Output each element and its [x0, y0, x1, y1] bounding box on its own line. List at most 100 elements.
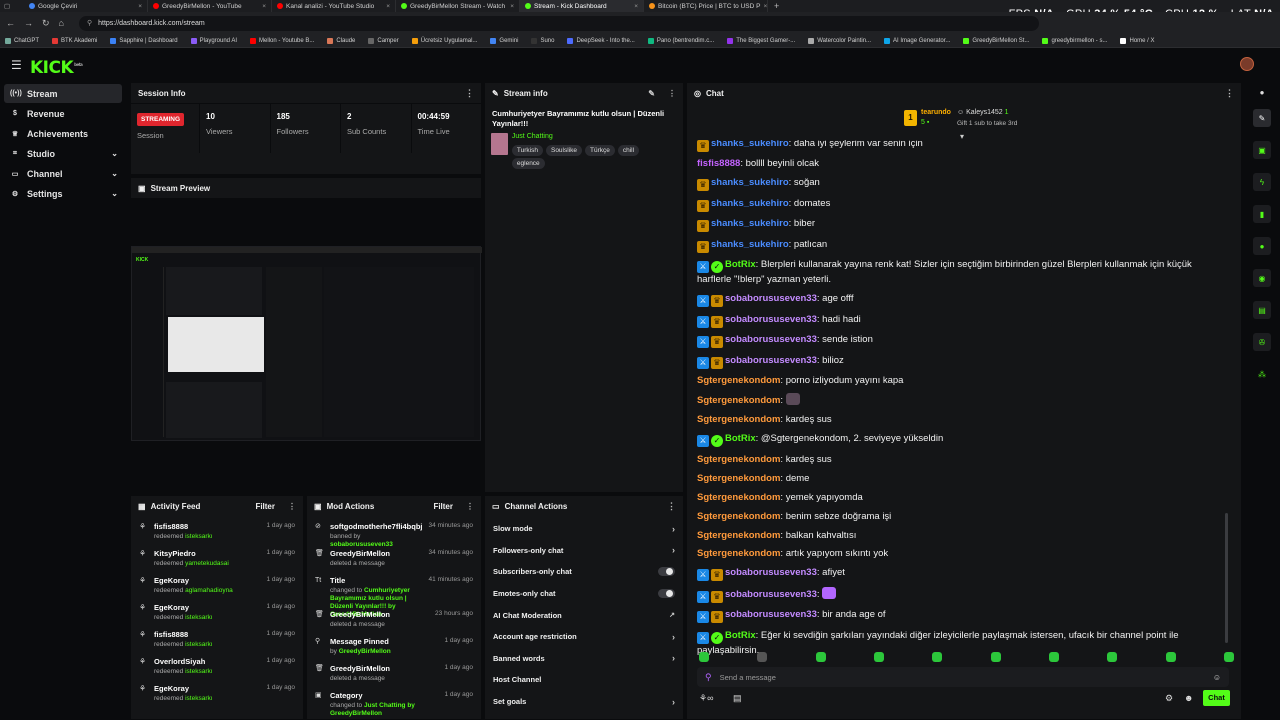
- back-icon[interactable]: ←: [6, 18, 15, 28]
- channel-action-set-goals[interactable]: Set goals ›: [485, 691, 683, 713]
- bookmark[interactable]: Camper: [368, 37, 399, 44]
- camera-icon[interactable]: ▣: [1253, 141, 1271, 159]
- bookmark[interactable]: Gemini: [490, 37, 518, 44]
- send-chat-button[interactable]: Chat: [1203, 690, 1230, 706]
- bookmark[interactable]: Claude: [327, 37, 355, 44]
- activity-user[interactable]: EgeKoray: [154, 576, 233, 585]
- settings-icon[interactable]: ⚙: [1165, 693, 1173, 704]
- bookmark[interactable]: GreedyBirMellon St...: [963, 37, 1029, 44]
- bookmark[interactable]: Sapphire | Dashboard: [110, 37, 178, 44]
- microphone-icon[interactable]: ⚲: [705, 672, 712, 683]
- chat-username[interactable]: Sgtergenekondom: [697, 473, 780, 484]
- chevron-right-icon[interactable]: ›: [672, 653, 675, 663]
- close-tab-icon[interactable]: ×: [510, 3, 514, 10]
- activity-user[interactable]: EgeKoray: [154, 603, 213, 612]
- chevron-right-icon[interactable]: ›: [672, 697, 675, 707]
- bookmark[interactable]: Home / X: [1120, 37, 1155, 44]
- bookmark[interactable]: Playground AI: [190, 37, 237, 44]
- broadcast-icon[interactable]: ◉: [1253, 269, 1271, 287]
- channel-action-subscribers-only-chat[interactable]: Subscribers-only chat: [485, 561, 683, 583]
- chat-input[interactable]: ⚲ Send a message ☺: [697, 667, 1229, 687]
- sidebar-item-studio[interactable]: ⌗ Studio ⌄: [4, 144, 122, 163]
- more-icon[interactable]: ⋮: [1225, 88, 1234, 99]
- kick-logo[interactable]: KICKbeta: [30, 58, 83, 78]
- bookmark[interactable]: AI Image Generator...: [884, 37, 950, 44]
- chat-username[interactable]: fisfis8888: [697, 158, 740, 169]
- browser-tab[interactable]: Stream - Kick Dashboard ×: [520, 0, 644, 12]
- bookmark[interactable]: The Biggest Gamer-...: [727, 37, 795, 44]
- channel-action-banned-words[interactable]: Banned words ›: [485, 648, 683, 670]
- avatar[interactable]: [1240, 57, 1254, 71]
- chat-username[interactable]: sobaborususeven33: [725, 334, 817, 345]
- browser-tab[interactable]: Kanal analizi - YouTube Studio ×: [272, 0, 396, 12]
- sidebar-item-revenue[interactable]: $ Revenue: [4, 104, 122, 123]
- channel-action-slow-mode[interactable]: Slow mode ›: [485, 518, 683, 540]
- chat-username[interactable]: Sgtergenekondom: [697, 530, 780, 541]
- edit-icon[interactable]: ✎: [1253, 109, 1271, 127]
- chevron-right-icon[interactable]: ›: [672, 545, 675, 555]
- bookmark[interactable]: Mellon - Youtube B...: [250, 37, 314, 44]
- bookmark[interactable]: DeepSeek - Into the...: [567, 37, 635, 44]
- activity-user[interactable]: fisfis8888: [154, 630, 213, 639]
- quick-emote-icon[interactable]: [815, 652, 826, 662]
- close-tab-icon[interactable]: ×: [634, 3, 638, 10]
- bookmark[interactable]: Ücretsiz Uygulamal...: [411, 37, 477, 44]
- close-tab-icon[interactable]: ×: [386, 3, 390, 10]
- chat-username[interactable]: sobaborususeven33: [725, 589, 817, 600]
- chat-username[interactable]: sobaborususeven33: [725, 609, 817, 620]
- quick-emote-icon[interactable]: [1107, 652, 1118, 662]
- home-icon[interactable]: ⌂: [59, 18, 64, 28]
- chat-username[interactable]: shanks_sukehiro: [711, 218, 789, 229]
- sidebar-item-settings[interactable]: ⚙ Settings ⌄: [4, 184, 122, 203]
- quick-emote-icon[interactable]: [699, 652, 709, 662]
- bookmark[interactable]: Pano (bentrendim.c...: [647, 37, 714, 44]
- wrench-icon[interactable]: ✇: [1253, 333, 1271, 351]
- chat-username[interactable]: Sgtergenekondom: [697, 492, 780, 503]
- chat-username[interactable]: Sgtergenekondom: [697, 454, 780, 465]
- more-icon[interactable]: ⋮: [288, 502, 296, 511]
- lightning-icon[interactable]: ϟ: [1253, 173, 1271, 191]
- chevron-right-icon[interactable]: ›: [672, 632, 675, 642]
- info-icon[interactable]: ●: [1244, 88, 1280, 97]
- close-tab-icon[interactable]: ×: [262, 3, 266, 10]
- chat-username[interactable]: Sgtergenekondom: [697, 375, 780, 386]
- chat-scrollbar[interactable]: [1225, 513, 1228, 643]
- chat-username[interactable]: BotRix: [725, 259, 756, 270]
- edit-icon[interactable]: ✎: [648, 89, 655, 98]
- bookmark[interactable]: ChatGPT: [5, 37, 39, 44]
- browser-tab[interactable]: Bitcoin (BTC) Price | BTC to USD P ×: [644, 0, 768, 12]
- toggle-switch[interactable]: [658, 567, 675, 577]
- close-tab-icon[interactable]: ×: [763, 3, 767, 10]
- browser-tab[interactable]: Google Çeviri ×: [24, 0, 148, 12]
- quick-emote-icon[interactable]: [1048, 652, 1059, 662]
- stream-tag[interactable]: Turkish: [511, 145, 543, 156]
- bookmark[interactable]: greedybirmellon - s...: [1042, 37, 1107, 44]
- clipboard-icon[interactable]: ▮: [1253, 205, 1271, 223]
- stream-tag[interactable]: chill: [617, 145, 640, 156]
- channel-action-followers-only-chat[interactable]: Followers-only chat ›: [485, 540, 683, 562]
- stream-tag[interactable]: eglence: [511, 158, 545, 169]
- more-icon[interactable]: ⋮: [465, 88, 474, 99]
- calendar-icon[interactable]: ▤: [733, 693, 742, 704]
- filter-button[interactable]: Filter: [433, 502, 453, 511]
- stream-tag[interactable]: Türkçe: [585, 145, 615, 156]
- chat-username[interactable]: BotRix: [725, 630, 756, 641]
- clip-icon[interactable]: ▤: [1253, 301, 1271, 319]
- chat-username[interactable]: shanks_sukehiro: [711, 140, 789, 149]
- browser-tab[interactable]: GreedyBirMellon Stream - Watch ×: [396, 0, 520, 12]
- chat-username[interactable]: Sgtergenekondom: [697, 414, 780, 425]
- chevron-right-icon[interactable]: ›: [672, 524, 675, 534]
- chat-username[interactable]: shanks_sukehiro: [711, 177, 789, 188]
- chevron-down-icon[interactable]: ⌄: [111, 149, 118, 158]
- quick-emote-icon[interactable]: [1165, 652, 1176, 662]
- chat-username[interactable]: BotRix: [725, 433, 756, 444]
- chat-username[interactable]: sobaborususeven33: [725, 355, 817, 366]
- toggle-switch[interactable]: [658, 589, 675, 599]
- external-link-icon[interactable]: ↗: [669, 611, 675, 619]
- reload-icon[interactable]: ↻: [42, 18, 50, 29]
- category-thumbnail[interactable]: [491, 133, 508, 155]
- quick-emote-icon[interactable]: [932, 652, 943, 662]
- quick-emote-icon[interactable]: [757, 652, 768, 662]
- new-tab-button[interactable]: +: [774, 1, 779, 11]
- close-tab-icon[interactable]: ×: [138, 3, 142, 10]
